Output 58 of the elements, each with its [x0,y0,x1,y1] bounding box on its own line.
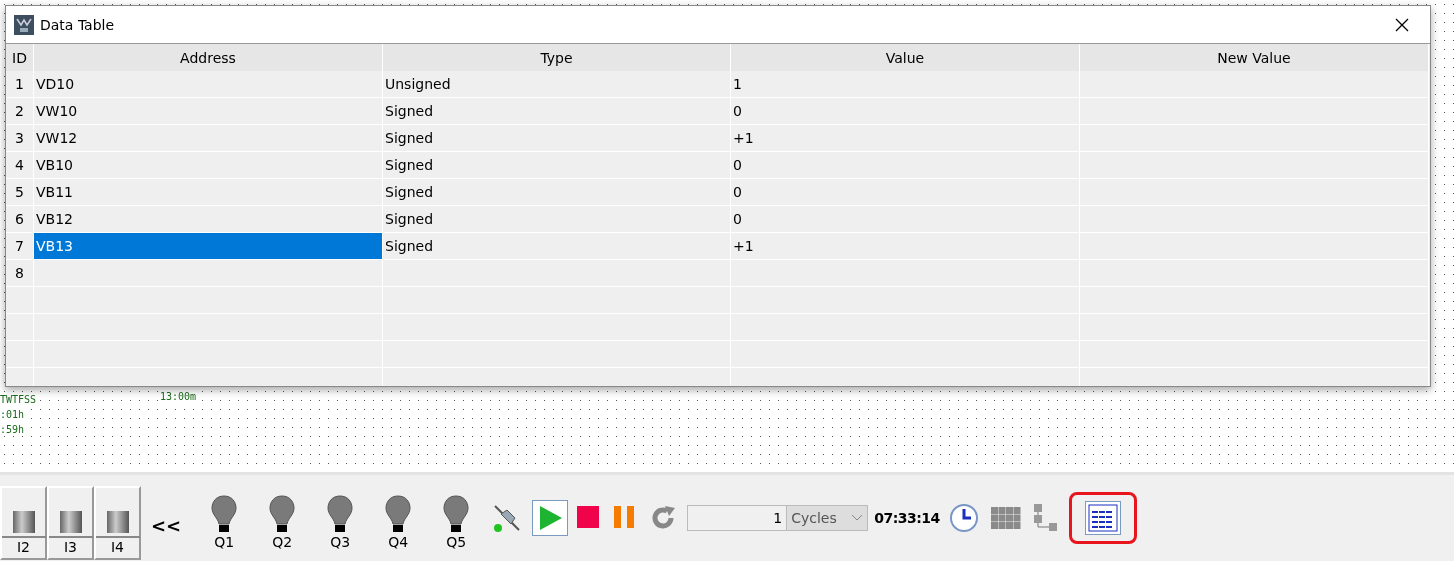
input-switch-button[interactable]: I3 [47,486,94,560]
table-cell: 0 [731,152,1080,179]
output-label: Q2 [272,534,293,550]
table-cell: 0 [731,206,1080,233]
table-cell: 0 [731,98,1080,125]
table-cell[interactable]: VB11 [34,179,383,206]
output-label: Q4 [388,534,409,550]
canvas-label: :59h [0,424,25,435]
close-icon [1395,17,1409,32]
table-cell[interactable]: VB13 [34,233,383,260]
table-cell[interactable] [34,260,383,287]
table-cell: 3 [6,125,34,152]
cycles-field[interactable]: 1 Cycles [687,505,869,531]
data-table-button[interactable] [1084,501,1121,535]
table-cell: 5 [6,179,34,206]
table-cell: Signed [383,233,731,260]
logo-icon [14,14,34,35]
table-cell: Signed [383,179,731,206]
table-cell: +1 [731,125,1080,152]
window-title: Data Table [40,16,116,33]
input-switch-button[interactable]: I2 [0,486,47,560]
table-cell: 1 [6,71,34,98]
table-cell[interactable]: VW10 [34,98,383,125]
table-cell[interactable]: VD10 [34,71,383,98]
caret-icon [851,514,864,522]
time-display: 07:33:14 [874,510,940,526]
table-cell: 8 [6,260,34,287]
table-cell[interactable]: VB10 [34,152,383,179]
table-cell: Unsigned [383,71,731,98]
table-cell[interactable]: VB12 [34,206,383,233]
output-label: Q1 [214,534,235,550]
table-cell: 2 [6,98,34,125]
table-cell: 1 [731,71,1080,98]
collapse-button[interactable]: << [151,514,182,536]
canvas-label: 13:00m [160,391,197,402]
run-button[interactable] [532,500,569,536]
output-label: Q5 [446,534,467,550]
column-header[interactable]: Type [540,49,573,66]
table-cell: 6 [6,206,34,233]
canvas-label: TWTFSS [0,394,37,405]
table-cell: 4 [6,152,34,179]
table-cell: Signed [383,125,731,152]
table-cell: Signed [383,98,731,125]
column-header[interactable]: Value [885,49,925,66]
switch-icon [95,509,140,539]
switch-icon [1,509,46,539]
table-cell: +1 [731,233,1080,260]
column-header[interactable]: New Value [1217,49,1291,66]
output-label: Q3 [330,534,351,550]
column-header[interactable]: Address [180,49,236,66]
table-cell: 7 [6,233,34,260]
table-cell: 0 [731,179,1080,206]
input-switch-button[interactable]: I4 [94,486,141,560]
table-cell[interactable]: VW12 [34,125,383,152]
table-cell: Signed [383,206,731,233]
switch-icon [48,509,93,539]
canvas-label: :01h [0,409,25,420]
table-cell: Signed [383,152,731,179]
